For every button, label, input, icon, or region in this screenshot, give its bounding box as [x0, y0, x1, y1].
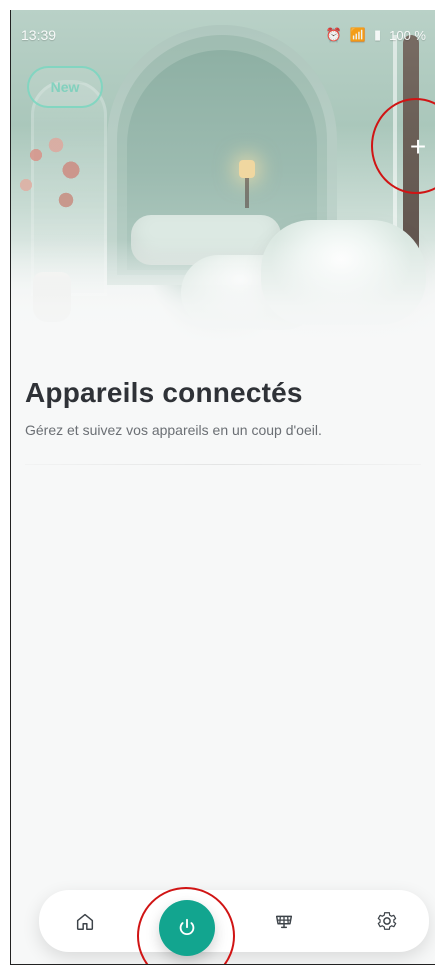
- decor-lamp-stem: [245, 178, 249, 208]
- gear-icon: [376, 910, 398, 932]
- page-subtitle: Gérez et suivez vos appareils en un coup…: [25, 422, 322, 438]
- hero-fade: [11, 240, 435, 340]
- decor-lamp: [239, 160, 255, 178]
- home-icon: [74, 910, 96, 932]
- battery-text: 100 %: [389, 27, 426, 43]
- nav-home-button[interactable]: [65, 904, 105, 938]
- status-icons: ⏰ 📶 ▮ 100 %: [326, 27, 426, 43]
- alarm-icon: ⏰: [325, 27, 342, 42]
- new-badge-button[interactable]: New: [27, 66, 103, 108]
- nav-settings-button[interactable]: [367, 904, 407, 938]
- content-divider: [25, 464, 421, 465]
- new-badge-label: New: [50, 79, 80, 95]
- status-bar: 13:39 ⏰ 📶 ▮ 100 %: [11, 22, 435, 48]
- page-title: Appareils connectés: [25, 377, 303, 408]
- hero-image: [11, 10, 435, 340]
- battery-icon: ▮: [373, 27, 382, 42]
- app-screen: 13:39 ⏰ 📶 ▮ 100 % New + Appareils connec…: [10, 10, 435, 965]
- status-time: 13:39: [21, 27, 57, 43]
- nav-solar-button[interactable]: [264, 904, 304, 938]
- wifi-icon: 📶: [349, 27, 366, 42]
- solar-panel-icon: [273, 910, 295, 932]
